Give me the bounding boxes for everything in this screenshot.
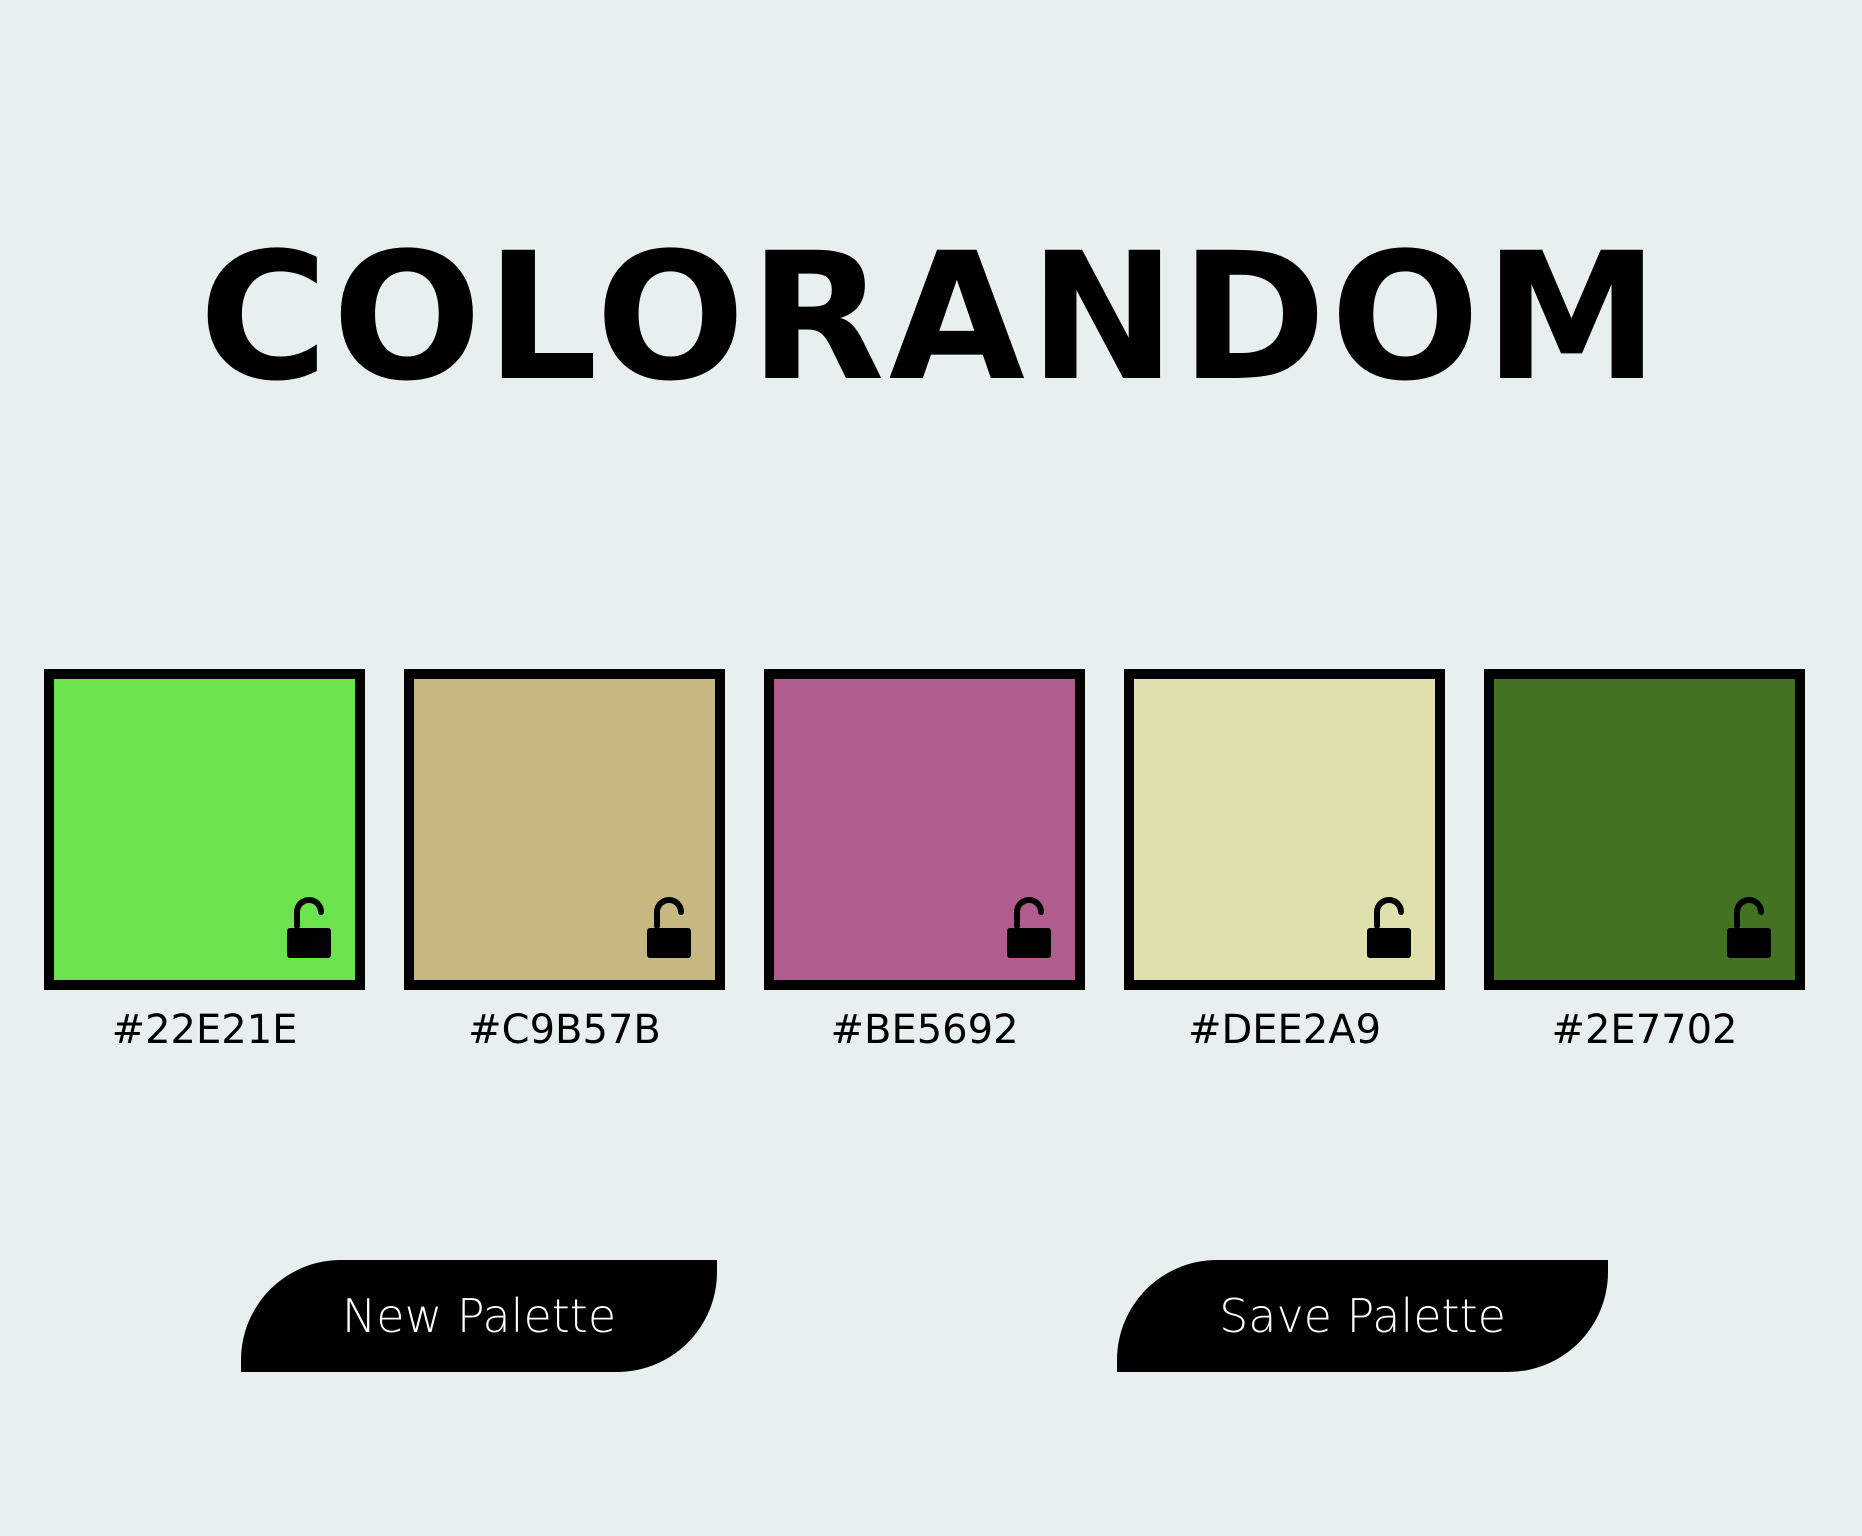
- unlocked-padlock-icon[interactable]: [645, 896, 693, 958]
- hex-code-5[interactable]: #2E7702: [1484, 1004, 1805, 1056]
- swatch-card-5: #2E7702: [1484, 669, 1805, 1056]
- hex-code-2[interactable]: #C9B57B: [404, 1004, 725, 1056]
- unlocked-padlock-icon[interactable]: [1725, 896, 1773, 958]
- swatch-card-3: #BE5692: [764, 669, 1085, 1056]
- swatch-card-4: #DEE2A9: [1124, 669, 1445, 1056]
- unlocked-padlock-icon[interactable]: [1365, 896, 1413, 958]
- new-palette-button[interactable]: New Palette: [241, 1260, 717, 1372]
- hex-code-1[interactable]: #22E21E: [44, 1004, 365, 1056]
- hex-code-4[interactable]: #DEE2A9: [1124, 1004, 1445, 1056]
- unlocked-padlock-icon[interactable]: [285, 896, 333, 958]
- color-swatch-1[interactable]: [44, 669, 365, 990]
- color-swatch-3[interactable]: [764, 669, 1085, 990]
- swatch-card-2: #C9B57B: [404, 669, 725, 1056]
- unlocked-padlock-icon[interactable]: [1005, 896, 1053, 958]
- color-swatch-4[interactable]: [1124, 669, 1445, 990]
- save-palette-button[interactable]: Save Palette: [1117, 1260, 1608, 1372]
- color-swatch-5[interactable]: [1484, 669, 1805, 990]
- palette: #22E21E #C9B57B #BE5692 #DEE2A9 #2E7702: [44, 669, 1805, 1069]
- color-swatch-2[interactable]: [404, 669, 725, 990]
- app-title: COLORANDOM: [198, 215, 1664, 420]
- swatch-card-1: #22E21E: [44, 669, 365, 1056]
- hex-code-3[interactable]: #BE5692: [764, 1004, 1085, 1056]
